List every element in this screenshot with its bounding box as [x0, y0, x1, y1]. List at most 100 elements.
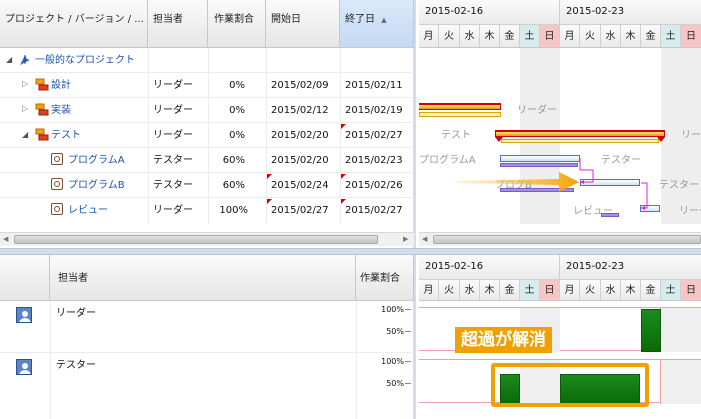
table-row[interactable]: ◢ テスト リーダー 0% 2015/02/20 2015/02/27: [0, 123, 414, 148]
version-icon: [35, 128, 49, 145]
row-end: 2015/02/27: [345, 130, 403, 141]
day-cell: 土: [520, 279, 540, 300]
day-cell: 土: [661, 279, 681, 300]
resource-name: テスター: [56, 360, 96, 371]
scroll-left-arrow-icon[interactable]: ◀: [422, 235, 427, 243]
table-row[interactable]: レビュー リーダー 100% 2015/02/27 2015/02/27: [0, 198, 414, 224]
dependency-links: [579, 158, 648, 210]
col-header-resource-assignee[interactable]: 担当者: [50, 255, 356, 301]
collapse-triangle-icon[interactable]: ◢: [6, 55, 12, 64]
table-row[interactable]: ▷ 実装 リーダー 0% 2015/02/12 2015/02/19: [0, 98, 414, 123]
row-name[interactable]: テスト: [51, 129, 81, 143]
row-name[interactable]: 実装: [51, 104, 71, 118]
row-end: 2015/02/19: [345, 105, 403, 116]
week-header: 2015-02-23: [560, 255, 701, 279]
scrollbar-thumb[interactable]: [433, 235, 701, 244]
row-start: 2015/02/12: [271, 105, 329, 116]
callout-highlight-box: [491, 363, 649, 407]
row-start: 2015/02/20: [271, 155, 329, 166]
level-tick: [405, 383, 411, 384]
table-row[interactable]: プログラムB テスター 60% 2015/02/24 2015/02/26: [0, 173, 414, 198]
gantt-chart: 2015-02-16 2015-02-23 月 火 水 木 金 土 日 月 火 …: [419, 0, 701, 248]
day-cell: 金: [500, 279, 520, 300]
col-header-end[interactable]: 終了日 ▲: [340, 0, 414, 48]
row-start: 2015/02/24: [271, 180, 329, 191]
task-checkbox-icon: [51, 203, 63, 215]
row-ratio: 60%: [222, 180, 245, 191]
day-cell: 日: [681, 279, 701, 300]
pane-splitter[interactable]: [0, 248, 701, 255]
resource-name: リーダー: [56, 308, 96, 319]
col-header-ratio[interactable]: 作業割合: [208, 0, 266, 48]
col-header-assignee[interactable]: 担当者: [148, 0, 208, 48]
resource-grid: 担当者 作業割合 リーダー 100% 50% テスター 100% 50%: [0, 255, 416, 419]
task-checkbox-icon: [51, 178, 63, 190]
row-name[interactable]: プログラムA: [68, 154, 125, 168]
resource-load-chart: 2015-02-16 2015-02-23 月 火 水 木 金 土 日 月 火 …: [419, 255, 701, 419]
day-cell: 金: [641, 279, 661, 300]
task-grid: プロジェクト / バージョン / ... 担当者 作業割合 開始日 終了日 ▲ …: [0, 0, 416, 248]
col-header-resource-ratio[interactable]: 作業割合: [356, 255, 414, 301]
scrollbar-thumb[interactable]: [14, 235, 378, 244]
level-label-50: 50%: [386, 327, 404, 336]
row-end: 2015/02/11: [345, 80, 403, 91]
row-end: 2015/02/23: [345, 155, 403, 166]
day-cell: 月: [560, 279, 580, 300]
row-assignee: リーダー: [153, 80, 193, 91]
project-icon: [18, 53, 32, 70]
day-header-row: 月 火 水 木 金 土 日 月 火 水 木 金 土 日: [419, 279, 701, 301]
weekend-shade: [661, 308, 701, 352]
modified-marker-icon: [341, 124, 346, 129]
level-tick: [405, 331, 411, 332]
callout-label: 超過が解消: [455, 327, 552, 353]
level-tick: [405, 309, 411, 310]
collapse-triangle-icon[interactable]: ◢: [22, 130, 28, 139]
day-cell: 水: [460, 279, 480, 300]
version-icon: [35, 78, 49, 95]
row-name[interactable]: プログラムB: [68, 179, 125, 193]
table-row[interactable]: プログラムA テスター 60% 2015/02/20 2015/02/23: [0, 148, 414, 173]
row-ratio: 0%: [229, 105, 245, 116]
row-ratio: 0%: [229, 130, 245, 141]
resource-row-tester[interactable]: テスター 100% 50%: [0, 353, 414, 405]
row-name[interactable]: 一般的なプロジェクト: [35, 54, 135, 68]
row-assignee: リーダー: [153, 105, 193, 116]
load-bar-leader: [641, 309, 661, 352]
day-cell: 月: [419, 279, 439, 300]
col-header-avatar: [0, 255, 50, 301]
level-label-50: 50%: [386, 379, 404, 388]
expand-triangle-icon[interactable]: ▷: [22, 79, 28, 88]
move-arrow-icon: [457, 172, 579, 192]
level-label-100: 100%: [381, 357, 404, 366]
row-end: 2015/02/26: [345, 180, 403, 191]
col-header-project[interactable]: プロジェクト / バージョン / ...: [0, 0, 148, 48]
day-cell: 木: [621, 279, 641, 300]
row-ratio: 60%: [222, 155, 245, 166]
row-ratio: 0%: [229, 80, 245, 91]
table-row[interactable]: ▷ 設計 リーダー 0% 2015/02/09 2015/02/11: [0, 73, 414, 98]
row-assignee: リーダー: [153, 205, 193, 216]
row-end: 2015/02/27: [345, 205, 403, 216]
horizontal-scrollbar[interactable]: ◀: [419, 232, 701, 246]
col-header-start[interactable]: 開始日: [266, 0, 340, 48]
scroll-left-arrow-icon[interactable]: ◀: [3, 235, 8, 243]
sort-asc-icon: ▲: [381, 16, 387, 24]
table-row[interactable]: ◢ 一般的なプロジェクト: [0, 48, 414, 73]
avatar-icon: [16, 307, 32, 323]
day-cell: 火: [580, 279, 601, 300]
row-start: 2015/02/27: [271, 205, 329, 216]
expand-triangle-icon[interactable]: ▷: [22, 104, 28, 113]
avatar-icon: [16, 359, 32, 375]
scroll-right-arrow-icon[interactable]: ▶: [403, 235, 408, 243]
day-cell: 火: [439, 279, 460, 300]
row-ratio: 100%: [219, 205, 248, 216]
row-name[interactable]: レビュー: [68, 204, 108, 218]
row-name[interactable]: 設計: [51, 79, 71, 93]
week-label: 2015-02-23: [566, 261, 625, 272]
resource-row-leader[interactable]: リーダー 100% 50%: [0, 301, 414, 353]
task-checkbox-icon: [51, 153, 63, 165]
day-cell: 日: [540, 279, 560, 300]
col-header-end-label: 終了日: [345, 14, 375, 25]
week-header: 2015-02-16: [419, 255, 560, 279]
horizontal-scrollbar[interactable]: ◀ ▶: [0, 232, 414, 246]
